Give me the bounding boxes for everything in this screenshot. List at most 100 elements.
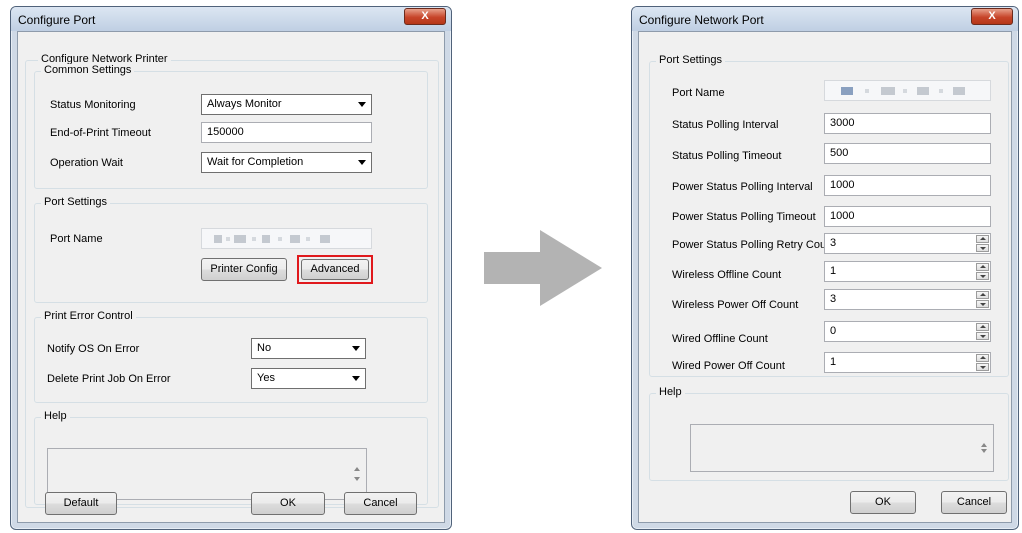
printer-config-button[interactable]: Printer Config bbox=[201, 258, 287, 281]
blurred-port-name bbox=[825, 81, 990, 100]
chevron-down-icon bbox=[358, 102, 366, 107]
advanced-button[interactable]: Advanced bbox=[301, 259, 369, 280]
port-name-input[interactable] bbox=[201, 228, 372, 249]
help-legend: Help bbox=[41, 410, 70, 422]
spinner-arrows bbox=[976, 235, 989, 252]
right-arrow-icon bbox=[484, 230, 602, 306]
configure-network-printer-group: Configure Network Printer Common Setting… bbox=[25, 53, 439, 508]
wireless-offline-count-label: Wireless Offline Count bbox=[672, 269, 782, 281]
power-status-polling-retry-count-spinner[interactable]: 3 bbox=[824, 233, 991, 254]
dialog-client-area: Configure Network Printer Common Setting… bbox=[17, 31, 445, 523]
print-error-control-legend: Print Error Control bbox=[41, 310, 136, 322]
notify-os-on-error-select[interactable]: No bbox=[251, 338, 366, 359]
spinner-arrows bbox=[976, 323, 989, 340]
spinner-arrows bbox=[976, 354, 989, 371]
cancel-button[interactable]: Cancel bbox=[941, 491, 1007, 514]
wireless-offline-count-value: 1 bbox=[830, 265, 837, 277]
close-button[interactable]: X bbox=[971, 8, 1013, 25]
wired-power-off-count-value: 1 bbox=[830, 356, 837, 368]
wired-offline-count-label: Wired Offline Count bbox=[672, 333, 768, 345]
power-status-polling-retry-count-value: 3 bbox=[830, 237, 837, 249]
status-polling-interval-label: Status Polling Interval bbox=[672, 119, 779, 131]
blurred-port-name bbox=[202, 229, 371, 248]
operation-wait-value: Wait for Completion bbox=[207, 156, 304, 168]
chevron-down-icon bbox=[352, 346, 360, 351]
spin-down-icon[interactable] bbox=[976, 363, 989, 371]
delete-print-job-value: Yes bbox=[257, 372, 275, 384]
port-name-input[interactable] bbox=[824, 80, 991, 101]
end-of-print-timeout-label: End-of-Print Timeout bbox=[50, 127, 151, 139]
cancel-button[interactable]: Cancel bbox=[344, 492, 417, 515]
notify-os-on-error-value: No bbox=[257, 342, 272, 354]
power-status-polling-timeout-input[interactable]: 1000 bbox=[824, 206, 991, 227]
wired-offline-count-value: 0 bbox=[830, 325, 837, 337]
delete-print-job-select[interactable]: Yes bbox=[251, 368, 366, 389]
status-polling-timeout-label: Status Polling Timeout bbox=[672, 150, 782, 162]
wireless-power-off-count-label: Wireless Power Off Count bbox=[672, 299, 799, 311]
status-monitoring-value: Always Monitor bbox=[207, 98, 282, 110]
ok-button[interactable]: OK bbox=[850, 491, 916, 514]
spin-down-icon[interactable] bbox=[976, 244, 989, 252]
scroll-up-icon[interactable] bbox=[981, 443, 987, 447]
status-monitoring-label: Status Monitoring bbox=[50, 99, 136, 111]
power-status-polling-timeout-label: Power Status Polling Timeout bbox=[672, 211, 816, 223]
chevron-down-icon bbox=[358, 160, 366, 165]
help-group: Help bbox=[649, 386, 1009, 481]
spin-down-icon[interactable] bbox=[976, 300, 989, 308]
scroll-up-icon[interactable] bbox=[354, 467, 360, 471]
close-button[interactable]: X bbox=[404, 8, 446, 25]
print-error-control-group: Print Error Control Notify OS On Error N… bbox=[34, 310, 428, 403]
help-scrollbar[interactable] bbox=[976, 425, 993, 471]
port-settings-group: Port Settings Port Name Printer Config A… bbox=[34, 196, 428, 303]
status-polling-interval-input[interactable]: 3000 bbox=[824, 113, 991, 134]
end-of-print-timeout-input[interactable]: 150000 bbox=[201, 122, 372, 143]
close-icon: X bbox=[988, 10, 996, 22]
title-bar[interactable]: Configure Network Port X bbox=[632, 7, 1018, 31]
wired-offline-count-spinner[interactable]: 0 bbox=[824, 321, 991, 342]
common-settings-group: Common Settings Status Monitoring Always… bbox=[34, 64, 428, 189]
spin-up-icon[interactable] bbox=[976, 235, 989, 243]
wired-power-off-count-spinner[interactable]: 1 bbox=[824, 352, 991, 373]
window-title: Configure Network Port bbox=[639, 13, 764, 27]
delete-print-job-label: Delete Print Job On Error bbox=[47, 373, 171, 385]
port-settings-legend: Port Settings bbox=[656, 54, 725, 66]
help-text-area[interactable] bbox=[690, 424, 994, 472]
configure-network-port-dialog: Configure Network Port X Port Settings P… bbox=[631, 6, 1019, 530]
port-settings-legend: Port Settings bbox=[41, 196, 110, 208]
port-settings-group: Port Settings Port Name Status Polling I… bbox=[649, 54, 1009, 377]
port-name-label: Port Name bbox=[672, 87, 725, 99]
spin-up-icon[interactable] bbox=[976, 291, 989, 299]
spin-down-icon[interactable] bbox=[976, 272, 989, 280]
configure-port-dialog: Configure Port X Configure Network Print… bbox=[10, 6, 452, 530]
status-monitoring-select[interactable]: Always Monitor bbox=[201, 94, 372, 115]
wireless-power-off-count-value: 3 bbox=[830, 293, 837, 305]
operation-wait-label: Operation Wait bbox=[50, 157, 123, 169]
power-status-polling-interval-input[interactable]: 1000 bbox=[824, 175, 991, 196]
operation-wait-select[interactable]: Wait for Completion bbox=[201, 152, 372, 173]
chevron-down-icon bbox=[352, 376, 360, 381]
dialog-client-area: Port Settings Port Name Status Polling I… bbox=[638, 31, 1012, 523]
spin-up-icon[interactable] bbox=[976, 323, 989, 331]
power-status-polling-interval-label: Power Status Polling Interval bbox=[672, 181, 813, 193]
spin-up-icon[interactable] bbox=[976, 263, 989, 271]
common-settings-legend: Common Settings bbox=[41, 64, 135, 76]
scroll-down-icon[interactable] bbox=[981, 449, 987, 453]
spinner-arrows bbox=[976, 291, 989, 308]
notify-os-on-error-label: Notify OS On Error bbox=[47, 343, 140, 355]
window-title: Configure Port bbox=[18, 13, 96, 27]
spinner-arrows bbox=[976, 263, 989, 280]
title-bar[interactable]: Configure Port X bbox=[11, 7, 451, 31]
spin-up-icon[interactable] bbox=[976, 354, 989, 362]
power-status-polling-retry-count-label: Power Status Polling Retry Count bbox=[672, 239, 836, 251]
spin-down-icon[interactable] bbox=[976, 332, 989, 340]
scroll-down-icon[interactable] bbox=[354, 477, 360, 481]
close-icon: X bbox=[421, 10, 429, 22]
ok-button[interactable]: OK bbox=[251, 492, 325, 515]
port-name-label: Port Name bbox=[50, 233, 103, 245]
help-legend: Help bbox=[656, 386, 685, 398]
default-button[interactable]: Default bbox=[45, 492, 117, 515]
status-polling-timeout-input[interactable]: 500 bbox=[824, 143, 991, 164]
wireless-offline-count-spinner[interactable]: 1 bbox=[824, 261, 991, 282]
wired-power-off-count-label: Wired Power Off Count bbox=[672, 360, 785, 372]
wireless-power-off-count-spinner[interactable]: 3 bbox=[824, 289, 991, 310]
